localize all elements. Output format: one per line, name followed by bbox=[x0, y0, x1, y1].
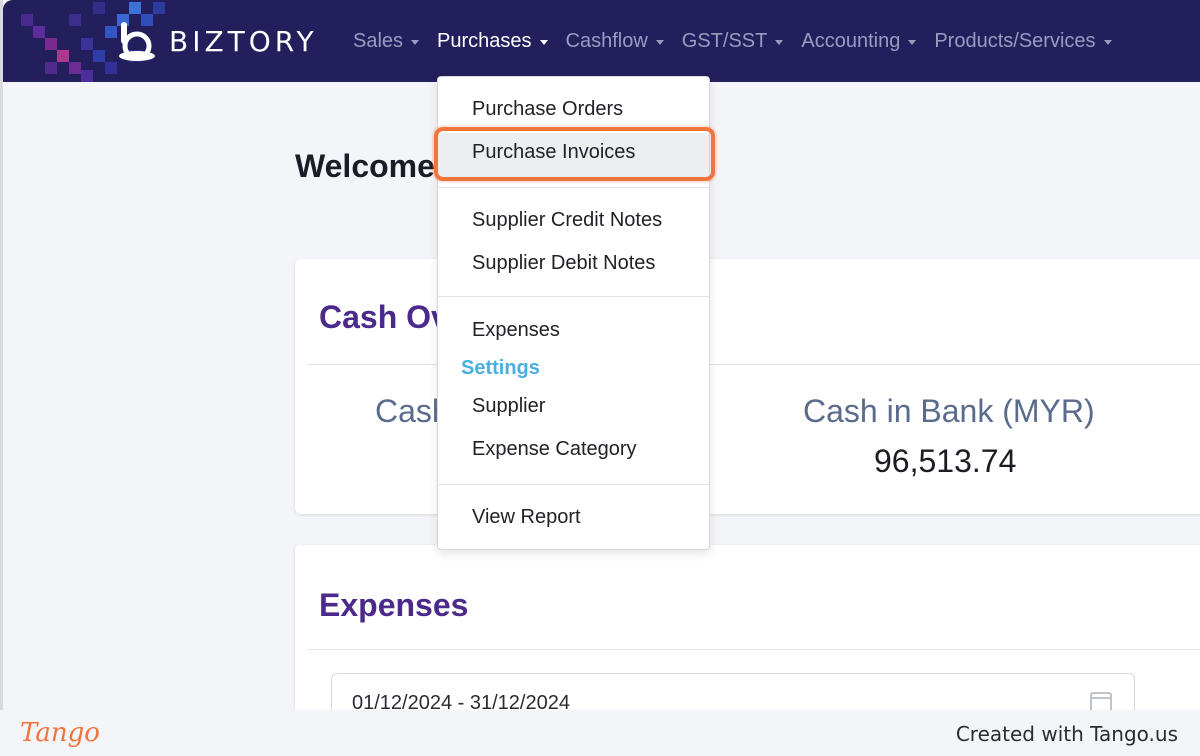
menu-item-view-report[interactable]: View Report bbox=[472, 506, 581, 529]
main-nav: Sales Purchases Cashflow GST/SST Account… bbox=[353, 0, 1130, 82]
nav-sales[interactable]: Sales bbox=[353, 29, 420, 53]
tango-footer: Tango Created with Tango.us bbox=[0, 710, 1200, 756]
app-body: BIZTORY Sales Purchases Cashflow GST/SST bbox=[3, 0, 1200, 710]
nav-products-services[interactable]: Products/Services bbox=[934, 29, 1112, 53]
tango-logo[interactable]: Tango bbox=[20, 718, 100, 748]
menu-divider bbox=[438, 484, 709, 485]
date-range-value: 01/12/2024 - 31/12/2024 bbox=[352, 692, 570, 710]
date-range-input[interactable]: 01/12/2024 - 31/12/2024 bbox=[331, 673, 1135, 710]
expenses-title: Expenses bbox=[319, 587, 469, 623]
nav-purchases-label: Purchases bbox=[437, 29, 532, 52]
menu-divider bbox=[438, 187, 709, 188]
cash-in-bank-label: Cash in Bank (MYR) bbox=[803, 393, 1095, 429]
biztory-logo[interactable]: BIZTORY bbox=[115, 20, 318, 62]
chevron-down-icon bbox=[908, 39, 917, 45]
nav-accounting-label: Accounting bbox=[801, 29, 901, 52]
menu-item-expenses[interactable]: Expenses bbox=[472, 319, 560, 342]
menu-divider bbox=[438, 296, 709, 297]
top-navbar: BIZTORY Sales Purchases Cashflow GST/SST bbox=[3, 0, 1200, 82]
brand-name: BIZTORY bbox=[169, 24, 318, 58]
nav-products-services-label: Products/Services bbox=[934, 29, 1096, 52]
expenses-card: Expenses 01/12/2024 - 31/12/2024 bbox=[295, 545, 1200, 710]
step-highlight-outline bbox=[434, 127, 715, 181]
chevron-down-icon bbox=[1103, 39, 1112, 45]
nav-cashflow-label: Cashflow bbox=[565, 29, 648, 52]
nav-gst-sst-label: GST/SST bbox=[681, 29, 768, 52]
menu-item-supplier[interactable]: Supplier bbox=[472, 395, 545, 418]
nav-purchases[interactable]: Purchases bbox=[437, 30, 548, 53]
nav-sales-label: Sales bbox=[353, 29, 404, 52]
page-title: Welcome, bbox=[295, 148, 444, 184]
cash-overview-title: Cash Ov bbox=[319, 299, 449, 335]
created-with-text: Created with Tango.us bbox=[955, 722, 1178, 746]
chevron-down-icon bbox=[655, 39, 664, 45]
divider bbox=[307, 649, 1200, 650]
nav-cashflow[interactable]: Cashflow bbox=[566, 30, 664, 53]
menu-item-supplier-credit-notes[interactable]: Supplier Credit Notes bbox=[472, 209, 662, 232]
cash-overview-card: Cash Ov Cash Cash in Bank (MYR) 96,513.7… bbox=[295, 259, 1200, 514]
biztory-logo-icon bbox=[119, 22, 155, 61]
nav-accounting[interactable]: Accounting bbox=[801, 29, 917, 53]
menu-item-purchase-orders[interactable]: Purchase Orders bbox=[472, 98, 623, 121]
menu-item-expense-category[interactable]: Expense Category bbox=[472, 438, 637, 461]
nav-gst-sst[interactable]: GST/SST bbox=[682, 30, 784, 53]
browser-frame: BIZTORY Sales Purchases Cashflow GST/SST bbox=[0, 0, 1200, 710]
calendar-icon[interactable] bbox=[1090, 692, 1112, 710]
chevron-down-icon bbox=[411, 39, 420, 45]
chevron-down-icon bbox=[539, 39, 548, 45]
chevron-down-icon bbox=[775, 39, 784, 45]
cash-in-bank-value: 96,513.74 bbox=[874, 443, 1017, 479]
menu-item-supplier-debit-notes[interactable]: Supplier Debit Notes bbox=[472, 252, 655, 275]
menu-section-settings: Settings bbox=[461, 357, 540, 379]
